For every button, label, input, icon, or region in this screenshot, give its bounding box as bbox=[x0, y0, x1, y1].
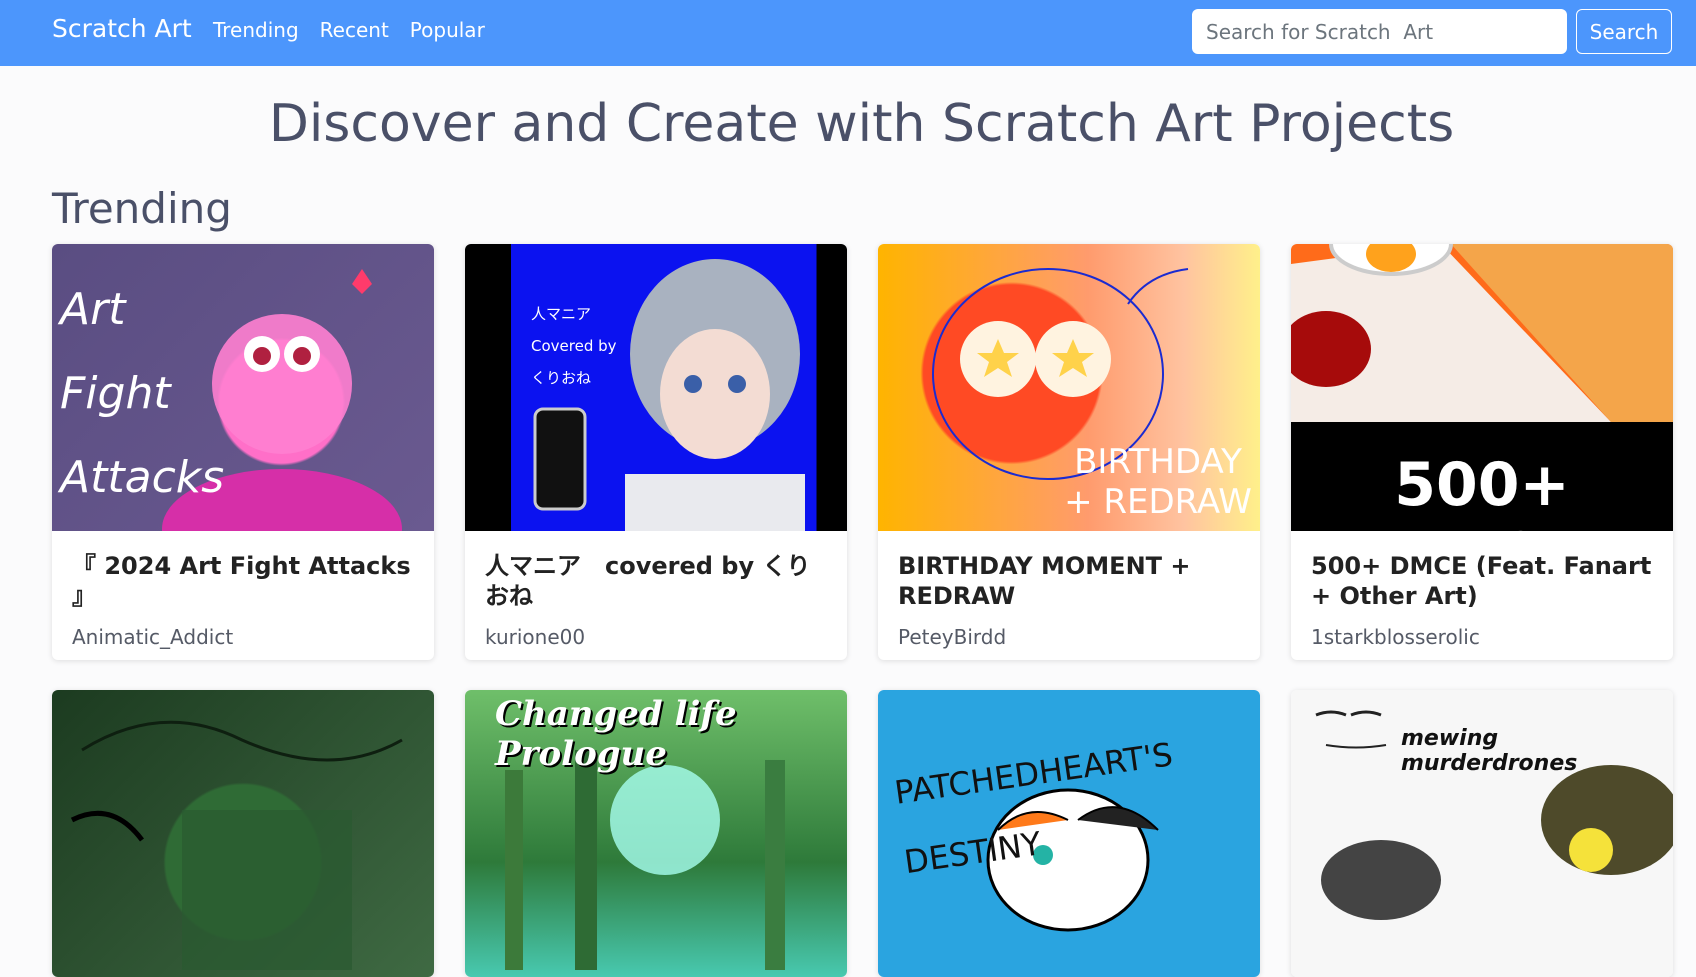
card-author[interactable]: PeteyBirdd bbox=[898, 625, 1240, 649]
thumbnail-illustration bbox=[70, 720, 403, 970]
nav-link-recent[interactable]: Recent bbox=[320, 18, 389, 42]
thumbnail-caption: mewing murderdrones bbox=[1401, 726, 1578, 776]
project-card[interactable]: BIRTHDAY + REDRAW BIRTHDAY MOMENT + REDR… bbox=[878, 244, 1260, 660]
card-title[interactable]: 『 2024 Art Fight Attacks 』 bbox=[72, 551, 414, 611]
card-title[interactable]: 500+ DMCE (Feat. Fanart + Other Art) bbox=[1311, 551, 1653, 611]
section-title-trending: Trending bbox=[52, 184, 232, 233]
card-body: 人マニア covered by くりおね kurione00 bbox=[465, 531, 847, 660]
thumbnail-caption: 人マニア Covered by くりおね bbox=[531, 305, 617, 387]
card-author[interactable]: Animatic_Addict bbox=[72, 625, 414, 649]
project-grid: Art Fight Attacks 『 2024 Art Fight Attac… bbox=[52, 244, 1673, 977]
project-thumbnail[interactable]: PATCHEDHEART'S DESTINY bbox=[878, 690, 1260, 977]
card-title[interactable]: BIRTHDAY MOMENT + REDRAW bbox=[898, 551, 1240, 611]
card-body: 『 2024 Art Fight Attacks 』 Animatic_Addi… bbox=[52, 531, 434, 660]
search-input[interactable] bbox=[1192, 9, 1567, 54]
project-card[interactable] bbox=[52, 690, 434, 977]
brand-logo-link[interactable]: Scratch Art bbox=[52, 14, 192, 43]
project-thumbnail[interactable]: 500+ DMCE bbox=[1291, 244, 1673, 531]
project-thumbnail[interactable] bbox=[52, 690, 434, 977]
project-thumbnail[interactable]: BIRTHDAY + REDRAW bbox=[878, 244, 1260, 531]
nav-link-popular[interactable]: Popular bbox=[410, 18, 485, 42]
page-title: Discover and Create with Scratch Art Pro… bbox=[268, 94, 1455, 154]
thumbnail-caption: BIRTHDAY + REDRAW bbox=[1064, 442, 1252, 522]
project-card[interactable]: 500+ DMCE 500+ DMCE (Feat. Fanart + Othe… bbox=[1291, 244, 1673, 660]
project-card[interactable]: 人マニア Covered by くりおね 人マニア covered by くりお… bbox=[465, 244, 847, 660]
project-card[interactable]: PATCHEDHEART'S DESTINY bbox=[878, 690, 1260, 977]
thumbnail-illustration bbox=[533, 259, 805, 531]
project-thumbnail[interactable]: Changed life Prologue bbox=[465, 690, 847, 977]
project-card[interactable]: Changed life Prologue bbox=[465, 690, 847, 977]
project-card[interactable]: Art Fight Attacks 『 2024 Art Fight Attac… bbox=[52, 244, 434, 660]
project-thumbnail[interactable]: Art Fight Attacks bbox=[52, 244, 434, 531]
project-card[interactable]: mewing murderdrones bbox=[1291, 690, 1673, 977]
card-body: 500+ DMCE (Feat. Fanart + Other Art) 1st… bbox=[1291, 531, 1673, 660]
project-thumbnail[interactable]: 人マニア Covered by くりおね bbox=[465, 244, 847, 531]
card-body: BIRTHDAY MOMENT + REDRAW PeteyBirdd bbox=[878, 531, 1260, 660]
card-author[interactable]: kurione00 bbox=[485, 625, 827, 649]
top-navbar: Scratch Art Trending Recent Popular Sear… bbox=[0, 0, 1696, 66]
search-button[interactable]: Search bbox=[1576, 9, 1672, 54]
card-title[interactable]: 人マニア covered by くりおね bbox=[485, 551, 827, 611]
card-author[interactable]: 1starkblosserolic bbox=[1311, 625, 1653, 649]
thumbnail-caption: Changed life Prologue bbox=[495, 694, 737, 774]
nav-link-trending[interactable]: Trending bbox=[213, 18, 299, 42]
thumbnail-caption: 500+ DMCE bbox=[1385, 450, 1580, 531]
project-thumbnail[interactable]: mewing murderdrones bbox=[1291, 690, 1673, 977]
thumbnail-caption: Art Fight Attacks bbox=[60, 284, 225, 503]
nav-links: Trending Recent Popular bbox=[213, 18, 485, 42]
